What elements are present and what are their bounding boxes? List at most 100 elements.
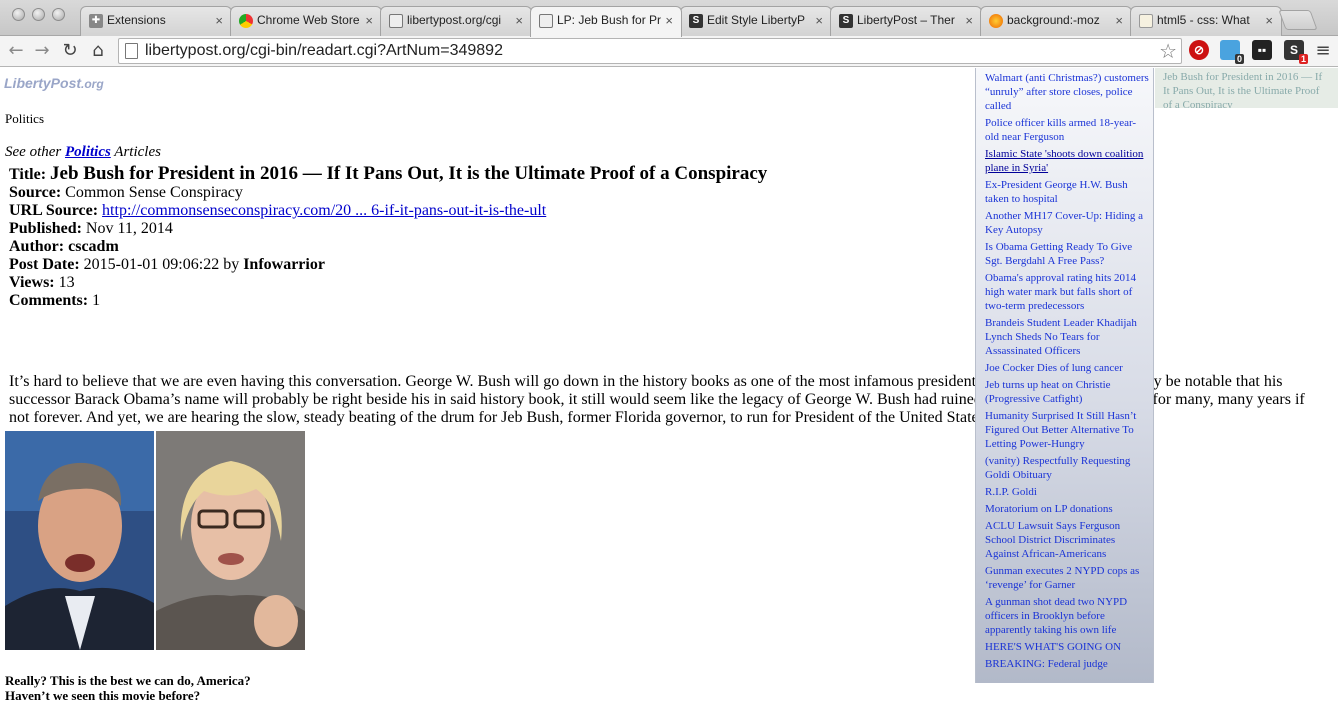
tagline-line: Haven’t we seen this movie before? <box>5 688 201 703</box>
source-value: Common Sense Conspiracy <box>65 184 243 201</box>
tab-lp-jeb-bush[interactable]: LP: Jeb Bush for Pr × <box>530 6 682 37</box>
address-bar[interactable]: libertypost.org/cgi-bin/readart.cgi?ArtN… <box>118 38 1182 64</box>
tab-libertypost-theme[interactable]: S LibertyPost – Ther × <box>830 6 982 36</box>
sidebar-link[interactable]: Another MH17 Cover-Up: Hiding a Key Auto… <box>985 209 1149 237</box>
url-source-link[interactable]: http://commonsenseconspiracy.com/20 ... … <box>102 202 546 219</box>
tab-label: LibertyPost – Ther <box>857 13 955 27</box>
close-icon[interactable]: × <box>665 13 673 28</box>
back-arrow-icon[interactable]: ← <box>4 39 28 63</box>
sidebar-link[interactable]: Ex-President George H.W. Bush taken to h… <box>985 178 1149 206</box>
stylish-icon: S <box>839 14 853 28</box>
photo-jeb-bush <box>5 431 154 650</box>
sidebar-link[interactable]: BREAKING: Federal judge <box>985 657 1149 671</box>
sidebar-link[interactable]: A gunman shot dead two NYPD officers in … <box>985 595 1149 637</box>
firefox-icon <box>989 14 1003 28</box>
logo-domain: .org <box>81 77 104 91</box>
url-text[interactable]: libertypost.org/cgi-bin/readart.cgi?ArtN… <box>145 42 503 60</box>
photo-hillary-clinton <box>156 431 305 650</box>
tab-label: LP: Jeb Bush for Pr <box>557 13 661 27</box>
category-link[interactable]: Politics <box>65 144 111 160</box>
tab-strip: ✚ Extensions × Chrome Web Store × libert… <box>0 0 1338 37</box>
author-label: Author: <box>9 238 65 255</box>
tab-libertypost-cgi[interactable]: libertypost.org/cgi × <box>380 6 532 36</box>
article-meta: Title: Jeb Bush for President in 2016 — … <box>9 164 767 310</box>
close-icon[interactable]: × <box>965 13 973 28</box>
views-label: Views: <box>9 274 55 291</box>
article-image <box>5 431 305 650</box>
sidebar-link[interactable]: Walmart (anti Christmas?) customers “unr… <box>985 71 1149 113</box>
poster-name: Infowarrior <box>243 256 325 273</box>
close-icon[interactable]: × <box>515 13 523 28</box>
menu-icon[interactable]: ≡ <box>1311 39 1335 63</box>
forward-arrow-icon[interactable]: → <box>30 39 54 63</box>
bookmark-star-icon[interactable]: ☆ <box>1159 39 1177 63</box>
post-date-label: Post Date: <box>9 256 80 273</box>
tab-label: html5 - css: What <box>1157 13 1250 27</box>
sidebar-link[interactable]: ACLU Lawsuit Says Ferguson School Distri… <box>985 519 1149 561</box>
reload-icon[interactable]: ↻ <box>58 39 82 63</box>
tagline-line: Really? This is the best we can do, Amer… <box>5 673 251 688</box>
comments-value: 1 <box>92 292 101 309</box>
puzzle-icon: ✚ <box>89 14 103 28</box>
browser-toolbar: ← → ↻ ⌂ libertypost.org/cgi-bin/readart.… <box>0 36 1338 67</box>
close-icon[interactable]: × <box>1115 13 1123 28</box>
tab-extensions[interactable]: ✚ Extensions × <box>80 6 232 36</box>
tab-html5-css[interactable]: html5 - css: What × <box>1130 6 1282 36</box>
close-icon[interactable]: × <box>215 13 223 28</box>
sidebar-link[interactable]: Moratorium on LP donations <box>985 502 1149 516</box>
home-icon[interactable]: ⌂ <box>86 39 110 63</box>
sidebar-link[interactable]: Brandeis Student Leader Khadijah Lynch S… <box>985 316 1149 358</box>
glasses-icon[interactable]: ▪▪ <box>1252 40 1272 60</box>
sidebar-link[interactable]: Humanity Surprised It Still Hasn’t Figur… <box>985 409 1149 451</box>
source-label: Source: <box>9 184 62 201</box>
logo-main: LibertyPost <box>4 75 82 91</box>
sidebar-link[interactable]: Is Obama Getting Ready To Give Sgt. Berg… <box>985 240 1149 268</box>
window-close-button[interactable] <box>12 8 25 21</box>
page-icon <box>389 14 403 28</box>
tab-label: libertypost.org/cgi <box>407 13 502 27</box>
tab-edit-style[interactable]: S Edit Style LibertyP × <box>680 6 832 36</box>
see-other-line: See other Politics Articles <box>5 144 161 161</box>
section-name: Politics <box>5 111 45 126</box>
tab-background-moz[interactable]: background:-moz × <box>980 6 1132 36</box>
sidebar-link[interactable]: (vanity) Respectfully Requesting Goldi O… <box>985 454 1149 482</box>
sidebar-link[interactable]: HERE'S WHAT'S GOING ON <box>985 640 1149 654</box>
sidebar-link[interactable]: Joe Cocker Dies of lung cancer <box>985 361 1149 375</box>
sidebar-link[interactable]: Gunman executes 2 NYPD cops as ‘revenge’… <box>985 564 1149 592</box>
tab-label: Extensions <box>107 13 166 27</box>
close-icon[interactable]: × <box>365 13 373 28</box>
published-label: Published: <box>9 220 82 237</box>
ghostery-icon[interactable]: 0 <box>1220 40 1244 64</box>
sidebar-link[interactable]: Jeb turns up heat on Christie (Progressi… <box>985 378 1149 406</box>
sidebar-link[interactable]: Obama's approval rating hits 2014 high w… <box>985 271 1149 313</box>
adblock-icon[interactable]: ⊘ <box>1189 40 1209 60</box>
article-tagline: Really? This is the best we can do, Amer… <box>5 673 251 703</box>
stackoverflow-icon <box>1139 14 1153 28</box>
window-zoom-button[interactable] <box>52 8 65 21</box>
close-icon[interactable]: × <box>815 13 823 28</box>
stylish-icon[interactable]: S 1 <box>1284 40 1308 64</box>
published-value: Nov 11, 2014 <box>85 220 173 237</box>
sidebar-link[interactable]: Islamic State 'shoots down coalition pla… <box>985 147 1149 175</box>
new-tab-button[interactable] <box>1278 10 1318 30</box>
see-other-suffix: Articles <box>114 144 161 160</box>
url-source-label: URL Source: <box>9 202 99 219</box>
tab-chrome-web-store[interactable]: Chrome Web Store × <box>230 6 382 36</box>
close-icon[interactable]: × <box>1265 13 1273 28</box>
sidebar-link[interactable]: Police officer kills armed 18-year-old n… <box>985 116 1149 144</box>
chrome-icon <box>239 14 253 28</box>
by-label: by <box>223 256 240 273</box>
page-info-icon[interactable] <box>125 43 138 59</box>
ghostery-badge: 0 <box>1234 54 1244 64</box>
tab-label: background:-moz <box>1007 13 1100 27</box>
comments-label: Comments: <box>9 292 89 309</box>
stylish-badge: 1 <box>1298 54 1308 64</box>
site-logo[interactable]: LibertyPost.org <box>4 75 104 91</box>
page-content: LibertyPost.org Politics See other Polit… <box>0 68 1338 706</box>
sidebar-link[interactable]: R.I.P. Goldi <box>985 485 1149 499</box>
stylish-icon: S <box>689 14 703 28</box>
see-other-prefix: See other <box>5 144 62 160</box>
post-date-value: 2015-01-01 09:06:22 <box>83 256 220 273</box>
window-minimize-button[interactable] <box>32 8 45 21</box>
page-icon <box>539 14 553 28</box>
